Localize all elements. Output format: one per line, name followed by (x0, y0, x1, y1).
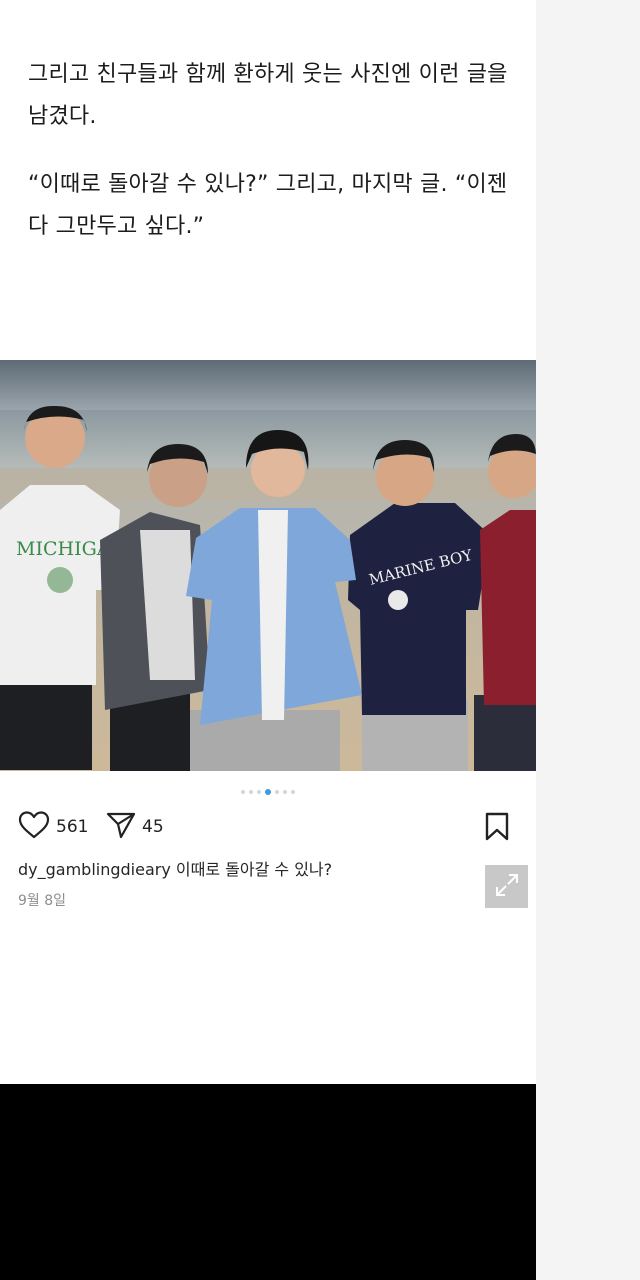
share-count: 45 (142, 817, 164, 837)
carousel-indicator (0, 788, 536, 796)
username-link[interactable]: dy_gamblingdieary (18, 860, 171, 879)
post-actions: 561 45 (18, 810, 528, 844)
post-date: 9월 8일 (18, 893, 67, 909)
carousel-dot (275, 790, 279, 794)
article-panel: 그리고 친구들과 함께 환하게 웃는 사진엔 이런 글을 남겼다. “이때로 돌… (0, 0, 536, 1084)
article-paragraph-quote: “이때로 돌아갈 수 있나?” 그리고, 마지막 글. “이젠 다 그만두고 싶… (28, 172, 508, 239)
expand-button[interactable] (485, 865, 528, 908)
carousel-dot (283, 790, 287, 794)
bottom-black-area (0, 1084, 536, 1280)
article-paragraph: 그리고 친구들과 함께 환하게 웃는 사진엔 이런 글을 남겼다. (28, 62, 508, 129)
carousel-dot (291, 790, 295, 794)
bookmark-icon[interactable] (484, 812, 510, 846)
expand-arrows-icon (494, 872, 520, 902)
like-button[interactable]: 561 (18, 810, 88, 844)
paper-plane-icon (106, 810, 136, 844)
carousel-dot (257, 790, 261, 794)
carousel-dot (249, 790, 253, 794)
heart-icon (18, 810, 50, 844)
like-count: 561 (56, 817, 89, 837)
side-gutter (536, 0, 640, 1280)
caption-text: 이때로 돌아갈 수 있나? (175, 860, 333, 879)
carousel-dot (241, 790, 245, 794)
share-button[interactable]: 45 (106, 810, 164, 844)
post-caption: dy_gamblingdieary 이때로 돌아갈 수 있나? (18, 856, 478, 880)
post-photo[interactable]: MICHIGAN MARINE BOY (0, 360, 536, 771)
carousel-dot (265, 789, 271, 795)
